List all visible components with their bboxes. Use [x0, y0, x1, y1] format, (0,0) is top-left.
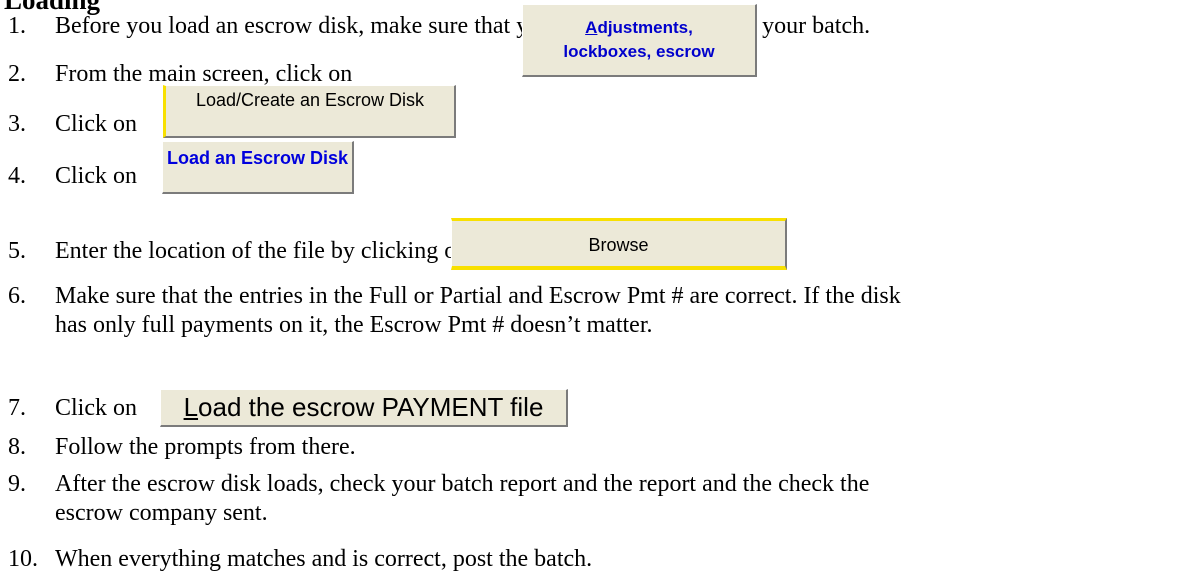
button-label: Load the escrow PAYMENT file: [184, 392, 544, 423]
button-label-line2: lockboxes, escrow: [563, 42, 715, 61]
button-label-line1: Adjustments,: [585, 17, 693, 39]
step-7: 7. Click on: [8, 394, 137, 422]
adjustments-lockboxes-escrow-button[interactable]: Adjustments, lockboxes, escrow: [522, 4, 757, 77]
step-number: 7.: [8, 395, 26, 421]
step-text: When everything matches and is correct, …: [55, 546, 593, 572]
step-number: 5.: [8, 238, 26, 264]
accelerator-key: A: [585, 18, 598, 37]
step-3: 3. Click on: [8, 110, 137, 138]
step-5: 5. Enter the location of the file by clic…: [8, 237, 468, 265]
step-text: Follow the prompts from there.: [55, 434, 356, 460]
step-number: 8.: [8, 434, 26, 460]
button-label: Browse: [588, 235, 649, 255]
load-create-escrow-disk-button[interactable]: Load/Create an Escrow Disk: [163, 85, 456, 138]
step-number: 10.: [8, 546, 38, 572]
step-6: 6. Make sure that the entries in the Full…: [8, 282, 901, 310]
step-8: 8. Follow the prompts from there.: [8, 433, 356, 461]
label-rest: oad the escrow PAYMENT file: [198, 392, 544, 422]
accelerator-key: L: [183, 392, 199, 422]
button-label: Load/Create an Escrow Disk: [195, 90, 425, 110]
step-number: 6.: [8, 283, 26, 309]
step-text: Click on: [55, 163, 137, 189]
step-4: 4. Click on: [8, 162, 137, 190]
label-rest: djustments,: [597, 18, 693, 37]
step-number: 4.: [8, 163, 26, 189]
step-text: Click on: [55, 111, 137, 137]
step-number: 2.: [8, 61, 26, 87]
load-escrow-payment-file-button[interactable]: Load the escrow PAYMENT file: [160, 389, 568, 427]
load-escrow-disk-button[interactable]: Load an Escrow Disk: [162, 141, 354, 194]
step-text: Click on: [55, 395, 137, 421]
step-9-continuation: escrow company sent.: [55, 500, 268, 526]
step-text: Enter the location of the file by clicki…: [55, 238, 469, 264]
step-text: Make sure that the entries in the Full o…: [55, 283, 901, 309]
button-label: Load an Escrow Disk: [166, 148, 349, 168]
step-10: 10. When everything matches and is correc…: [8, 545, 592, 573]
step-9: 9. After the escrow disk loads, check you…: [8, 470, 869, 498]
step-number: 1.: [8, 13, 26, 39]
step-2: 2. From the main screen, click on: [8, 60, 352, 88]
step-text: From the main screen, click on: [55, 61, 353, 87]
step-text: After the escrow disk loads, check your …: [55, 471, 870, 497]
step-6-continuation: has only full payments on it, the Escrow…: [55, 312, 653, 338]
step-number: 3.: [8, 111, 26, 137]
step-number: 9.: [8, 471, 26, 497]
browse-button[interactable]: Browse: [451, 218, 787, 270]
